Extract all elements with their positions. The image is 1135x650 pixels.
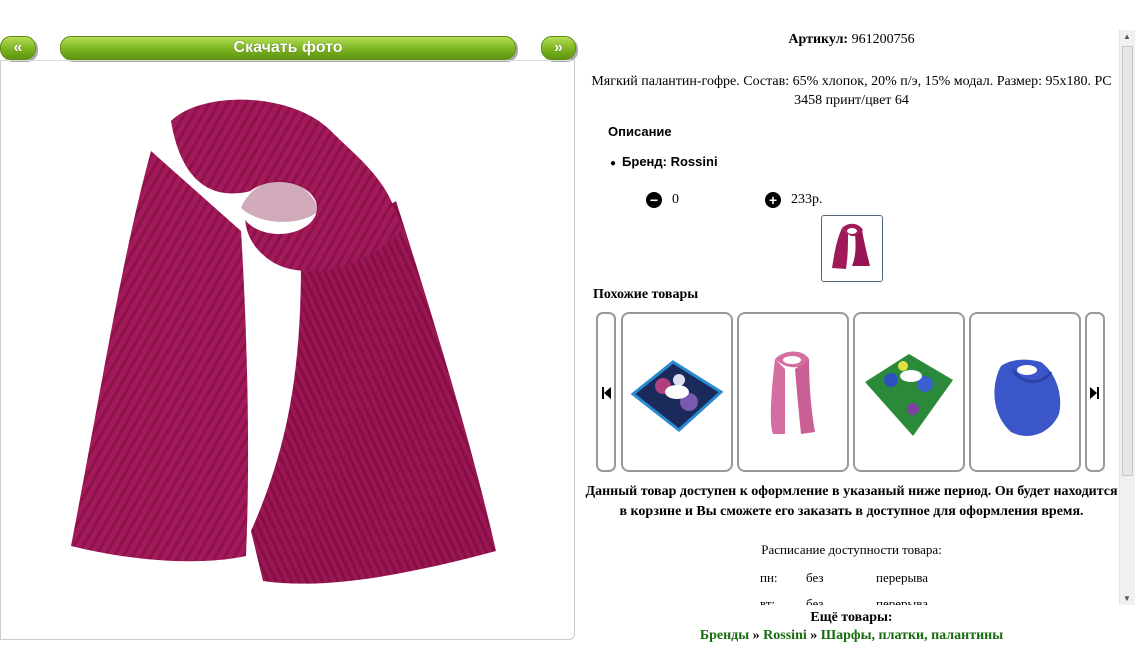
similar-item-card[interactable] <box>737 312 849 472</box>
skip-back-icon <box>602 387 611 399</box>
schedule-value-b: перерыва <box>876 570 928 585</box>
breadcrumb-separator: » <box>810 628 818 643</box>
price-value: 233р. <box>791 192 823 207</box>
scarf-thumb-image <box>832 223 870 269</box>
scarf-product-image <box>71 99 496 584</box>
similar-heading: Похожие товары <box>593 287 699 302</box>
sku-line: Артикул: 961200756 <box>584 32 1119 48</box>
quantity-stepper: − 0 + 233р. <box>584 192 1119 212</box>
breadcrumb-brands-link[interactable]: Бренды <box>700 628 749 643</box>
scroll-up-icon[interactable]: ▲ <box>1123 32 1131 41</box>
scrollbar-thumb[interactable] <box>1122 46 1133 476</box>
schedule-value-a: без <box>806 596 824 605</box>
more-products-label: Ещё товары: <box>810 610 893 625</box>
breadcrumb-category-link[interactable]: Шарфы, платки, палантины <box>821 628 1003 643</box>
more-products-section: Ещё товары: Бренды » Rossini » Шарфы, пл… <box>584 610 1119 644</box>
schedule-title: Расписание доступности товара: <box>761 542 942 557</box>
sku-label: Артикул: <box>788 32 849 47</box>
breadcrumb: Бренды » Rossini » Шарфы, платки, палант… <box>584 628 1119 644</box>
schedule-value-a: без <box>806 570 824 585</box>
scroll-down-icon[interactable]: ▼ <box>1123 594 1131 603</box>
product-image-frame <box>0 60 575 640</box>
schedule-day: пн: <box>760 570 778 585</box>
skip-forward-icon <box>1090 387 1099 399</box>
brand-list-item: ● Бренд: Rossini <box>610 154 718 169</box>
product-description: Мягкий палантин-гофре. Состав: 65% хлопо… <box>591 74 1112 108</box>
blue-scarf-image <box>994 359 1061 436</box>
panel-scrollbar[interactable]: ▲ ▼ <box>1119 30 1135 605</box>
schedule-value-b: перерыва <box>876 596 928 605</box>
schedule-day: вт: <box>760 596 776 605</box>
product-thumbnail[interactable] <box>821 215 883 282</box>
quantity-value: 0 <box>672 192 679 207</box>
breadcrumb-separator: » <box>752 628 760 643</box>
availability-notice: Данный товар доступен к оформление в ука… <box>585 484 1118 519</box>
product-info-panel: Артикул: 961200756 Мягкий палантин-гофре… <box>584 30 1119 605</box>
next-photo-button[interactable]: » <box>541 36 576 60</box>
brand-label: Бренд: Rossini <box>622 154 718 169</box>
similar-item-card[interactable] <box>853 312 965 472</box>
similar-item-card[interactable] <box>621 312 733 472</box>
sku-value: 961200756 <box>851 32 915 47</box>
floral-scarf-image <box>630 360 724 432</box>
green-scarf-image <box>865 354 953 436</box>
carousel-prev-button[interactable] <box>596 312 616 472</box>
download-photo-button[interactable]: Скачать фото <box>60 36 516 60</box>
breadcrumb-rossini-link[interactable]: Rossini <box>763 628 807 643</box>
description-heading: Описание <box>608 124 672 139</box>
plus-icon[interactable]: + <box>765 192 781 208</box>
pink-scarf-image <box>770 351 815 434</box>
similar-item-card[interactable] <box>969 312 1081 472</box>
prev-photo-button[interactable]: « <box>0 36 36 60</box>
carousel-next-button[interactable] <box>1085 312 1105 472</box>
minus-icon[interactable]: − <box>646 192 662 208</box>
